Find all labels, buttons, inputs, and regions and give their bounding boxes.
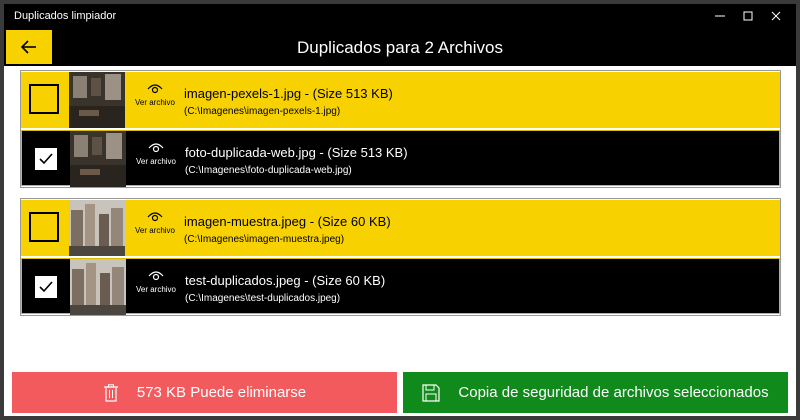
eye-icon [147, 212, 163, 222]
delete-button-label: 573 KB Puede eliminarse [136, 384, 307, 401]
file-row: Ver archivo imagen-pexels-1.jpg - (Size … [21, 72, 780, 128]
maximize-icon [743, 11, 753, 21]
eye-icon [147, 84, 163, 94]
checkmark-icon [39, 281, 53, 293]
view-file-label: Ver archivo [135, 285, 177, 294]
backup-button-label: Copia de seguridad de archivos seleccion… [458, 384, 769, 401]
view-file-label: Ver archivo [135, 157, 177, 166]
title-bar: Duplicados limpiador [4, 4, 796, 28]
view-file-button[interactable]: Ver archivo [127, 200, 183, 256]
file-row: Ver archivo imagen-muestra.jpeg - (Size … [21, 200, 780, 256]
eye-icon [148, 271, 164, 281]
view-file-button[interactable]: Ver archivo [128, 131, 184, 187]
view-file-label: Ver archivo [134, 226, 176, 235]
view-file-label: Ver archivo [134, 98, 176, 107]
duplicate-group: Ver archivo imagen-muestra.jpeg - (Size … [20, 198, 781, 316]
close-button[interactable] [760, 4, 792, 28]
minimize-icon [715, 15, 725, 17]
select-checkbox[interactable] [29, 84, 59, 114]
duplicates-list: Ver archivo imagen-pexels-1.jpg - (Size … [4, 66, 796, 416]
file-path: (C:\Imagenes\imagen-pexels-1.jpg) [184, 106, 341, 117]
view-file-button[interactable]: Ver archivo [127, 72, 183, 128]
file-path: (C:\Imagenes\test-duplicados.jpeg) [185, 293, 341, 304]
file-row: Ver archivo test-duplicados.jpeg - (Size… [21, 258, 780, 315]
trash-icon [103, 383, 119, 402]
select-checkbox[interactable] [35, 276, 57, 298]
page-header: Duplicados para 2 Archivos [4, 28, 796, 66]
file-row: Ver archivo foto-duplicada-web.jpg - (Si… [21, 130, 780, 187]
app-title: Duplicados limpiador [14, 10, 117, 22]
checkmark-icon [39, 153, 53, 165]
page-title: Duplicados para 2 Archivos [296, 38, 503, 57]
file-name: imagen-pexels-1.jpg - (Size 513 KB) [184, 86, 393, 101]
file-thumbnail [69, 72, 125, 128]
file-name: test-duplicados.jpeg - (Size 60 KB) [185, 273, 386, 288]
close-icon [771, 11, 781, 21]
file-thumbnail [70, 131, 126, 187]
backup-button[interactable]: Copia de seguridad de archivos seleccion… [403, 372, 788, 413]
delete-button[interactable]: 573 KB Puede eliminarse [12, 372, 397, 413]
file-thumbnail [69, 200, 125, 256]
save-icon [422, 383, 440, 402]
select-checkbox[interactable] [29, 212, 59, 242]
file-name: foto-duplicada-web.jpg - (Size 513 KB) [185, 145, 408, 160]
duplicate-group: Ver archivo imagen-pexels-1.jpg - (Size … [20, 70, 781, 188]
select-checkbox[interactable] [35, 148, 57, 170]
app-window: Duplicados limpiador Duplicados para 2 A… [4, 4, 796, 416]
file-path: (C:\Imagenes\imagen-muestra.jpeg) [184, 234, 345, 245]
file-path: (C:\Imagenes\foto-duplicada-web.jpg) [185, 165, 352, 176]
file-name: imagen-muestra.jpeg - (Size 60 KB) [184, 214, 391, 229]
eye-icon [148, 143, 164, 153]
view-file-button[interactable]: Ver archivo [128, 259, 184, 315]
file-thumbnail [70, 259, 126, 315]
